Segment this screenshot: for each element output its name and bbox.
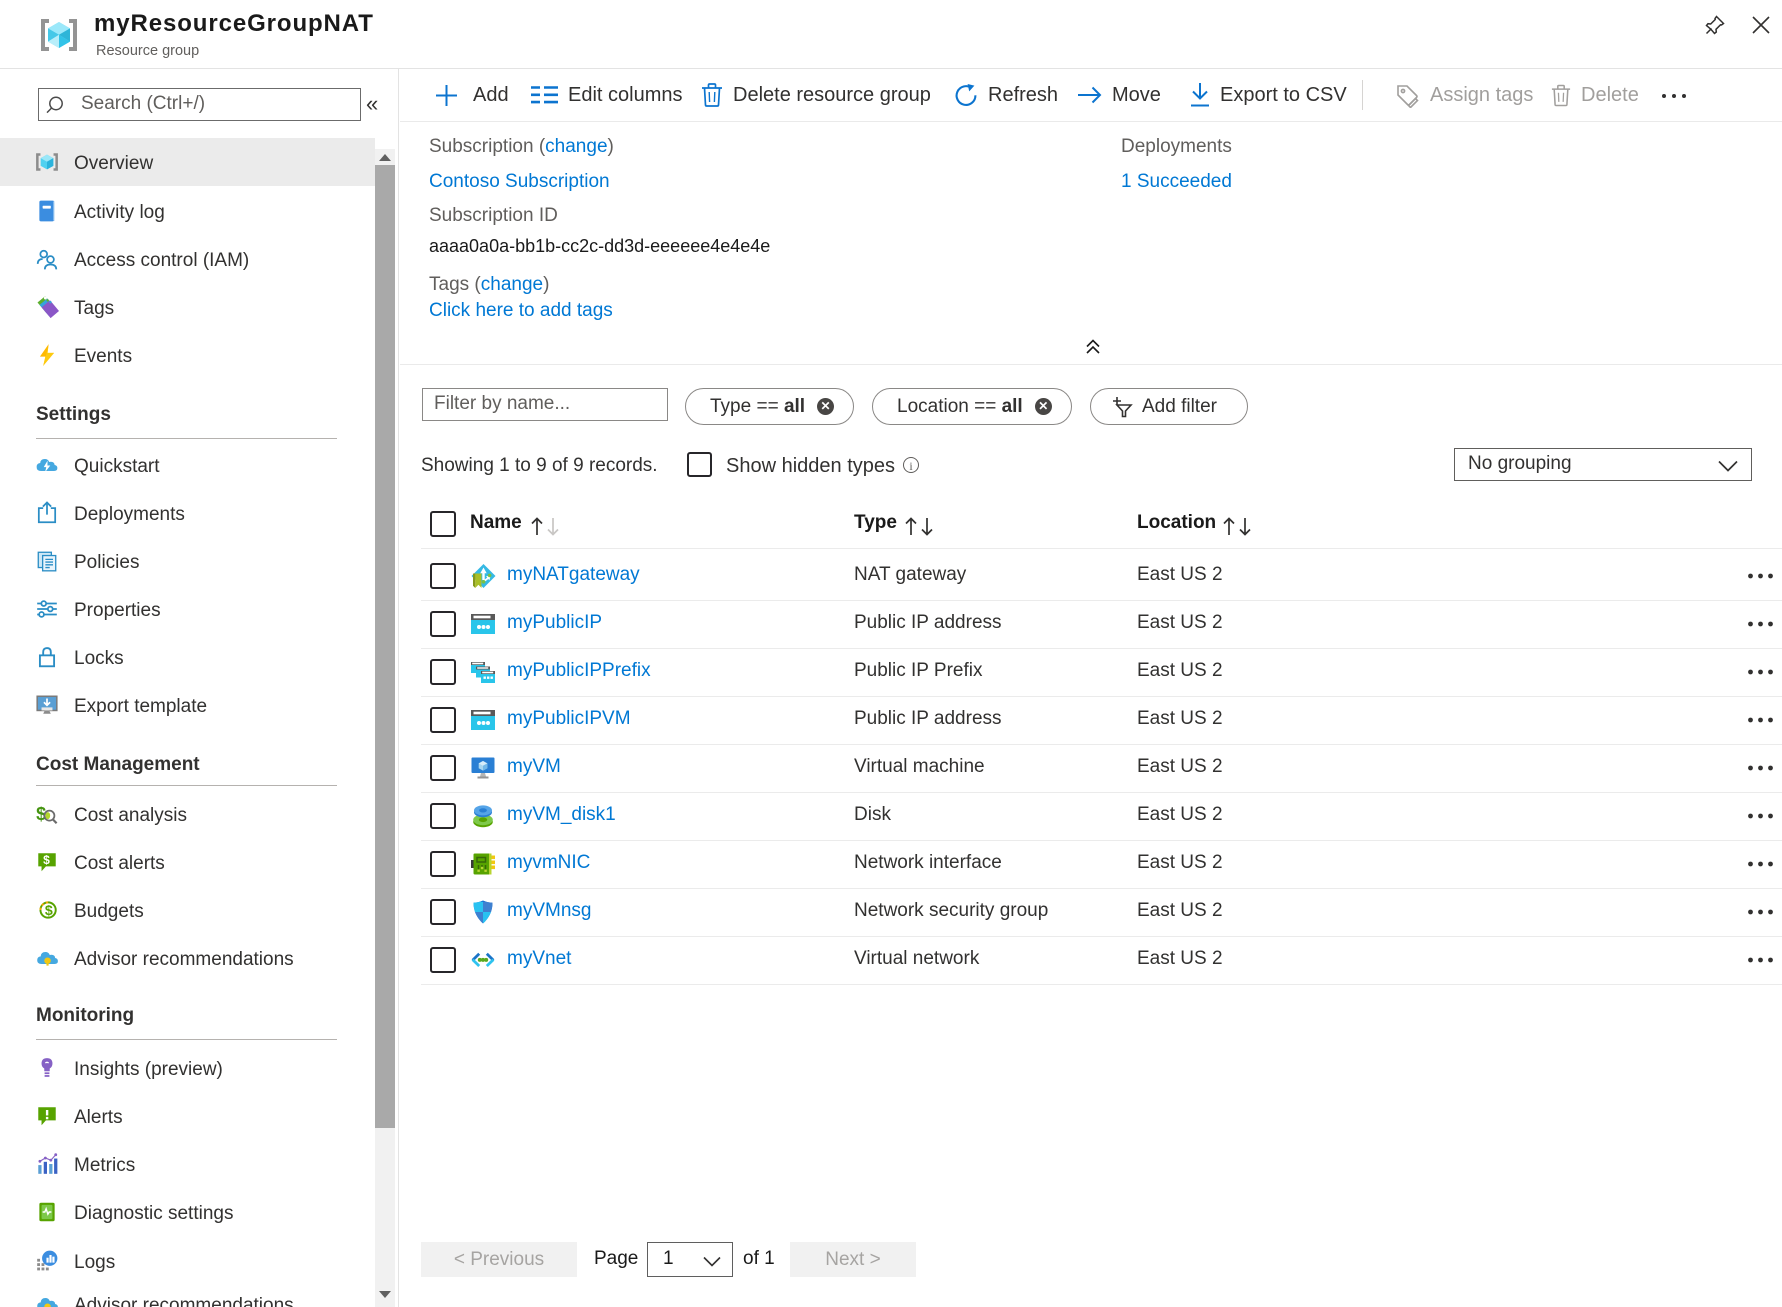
- svg-text:$: $: [45, 903, 53, 919]
- svg-text:$: $: [43, 853, 50, 867]
